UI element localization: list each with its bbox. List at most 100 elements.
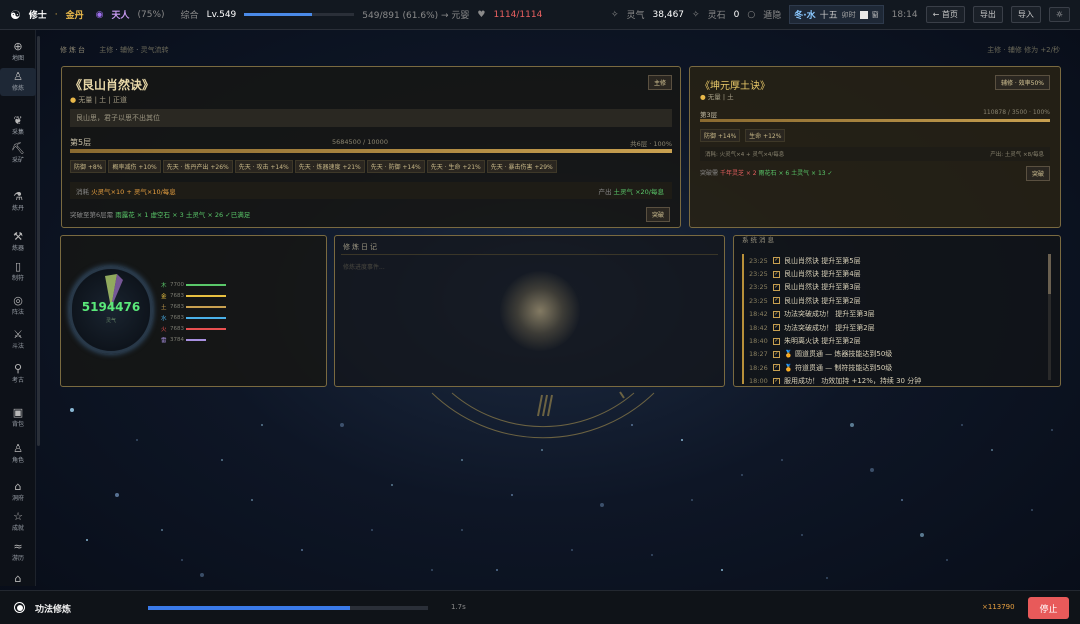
qi-element-value: 7683 xyxy=(170,314,184,321)
sidebar-item-alchemy[interactable]: ⚗ 炼丹 xyxy=(0,188,36,216)
day: 十五 xyxy=(819,11,838,21)
check-icon: ✓ xyxy=(773,337,780,345)
breakthrough-button[interactable]: 突破 xyxy=(645,207,670,222)
sidebar-item-label: 洞府 xyxy=(11,495,24,502)
star xyxy=(511,494,513,496)
sidebar-item-forge[interactable]: ⚒ 炼器 xyxy=(0,228,36,256)
log-text: 朱明离火诀 提升至第2层 xyxy=(784,337,861,346)
effect-tag: 先天 · 攻击 +14% xyxy=(234,160,293,173)
star xyxy=(221,459,223,461)
total-layers: 共6层 · 100% xyxy=(630,140,672,148)
gather-icon: ❦ xyxy=(13,114,23,127)
consume-row: 消耗 火灵气×10 + 灵气×10/每息 产出 土灵气 ×20/每息 xyxy=(70,182,672,199)
sidebar-item-cultivate[interactable]: ♙ 修炼 xyxy=(0,68,36,96)
sidebar-item-journey[interactable]: ≈ 游历 xyxy=(0,538,36,566)
log-text: 艮山肖然诀 提升至第4层 xyxy=(784,270,861,279)
log-row: 23:25 ✓ 艮山肖然诀 提升至第5层 xyxy=(742,254,1047,268)
arena-icon: ⚔ xyxy=(13,328,23,341)
aux-tag: 土 xyxy=(727,93,734,101)
output-label: 产出 xyxy=(598,188,612,196)
export-button[interactable]: 导出 xyxy=(972,6,1003,23)
qi-element-bar xyxy=(186,283,226,286)
time: 18:14 xyxy=(891,9,918,20)
window-checkbox[interactable] xyxy=(859,10,868,19)
star xyxy=(850,423,854,427)
aux-break-status: ✓ xyxy=(827,170,833,177)
log-row: 18:42 ✓ 功法突破成功！ 提升至第2层 xyxy=(742,320,1047,335)
log-title: 系统消息 xyxy=(742,236,776,244)
qi-element-value: 7683 xyxy=(170,292,184,299)
log-row: 23:25 ✓ 艮山肖然诀 提升至第4层 xyxy=(742,267,1047,281)
log-panel: 系统消息 23:25 ✓ 艮山肖然诀 提升至第5层 23:25 ✓ 艮山肖然诀 提升至第4… xyxy=(733,235,1061,387)
sidebar-item-cave[interactable]: ⌂ 洞府 xyxy=(0,478,36,506)
qi-element-bar xyxy=(186,305,226,308)
log-scrollbar[interactable] xyxy=(1048,254,1051,380)
effect-tag: 先天 · 炼丹产出 +26% xyxy=(162,160,233,173)
star xyxy=(461,529,463,531)
heart-icon: ♥ xyxy=(477,9,486,20)
sidebar-item-mine[interactable]: ⛏ 采矿 xyxy=(0,140,36,168)
effect-tag: 防御 +8% xyxy=(70,160,107,173)
qi-element-value: 7683 xyxy=(170,325,184,332)
star xyxy=(870,468,874,472)
season-box: 冬·水 十五 卯时 窗 xyxy=(789,5,884,24)
sidebar-item-talisman[interactable]: ▯ 制符 xyxy=(0,258,36,286)
sidebar-item-label: 背包 xyxy=(11,421,24,428)
home-button[interactable]: ← 首页 xyxy=(925,6,965,23)
activity-speed: 1.7s xyxy=(451,603,466,611)
rank-pct: (75%) xyxy=(137,9,165,20)
log-text: 艮山肖然诀 提升至第5层 xyxy=(784,256,861,265)
tab-main[interactable]: 主修 xyxy=(99,46,113,54)
aux-consume-row: 消耗: 火灵气×4 + 灵气×4/每息 产出: 土灵气 ×8/每息 xyxy=(700,147,1050,161)
record-icon xyxy=(14,602,25,613)
method-quote: 艮山思，君子以思不出其位 xyxy=(70,109,672,127)
qi-element-bar xyxy=(186,327,226,330)
break-item: 雨露花 × 1 xyxy=(115,211,149,219)
qi-ring-tick xyxy=(619,391,625,399)
sidebar-scrollbar[interactable] xyxy=(37,36,40,446)
sidebar-item-arena[interactable]: ⚔ 斗法 xyxy=(0,326,36,354)
page-header: 修炼台 主修 · 辅修 · 灵气流转 主修 · 辅修 修为 +2/秒 xyxy=(60,46,1060,54)
effect-tag: 先天 · 防御 +14% xyxy=(366,160,425,173)
aux-break-label: 突破需 xyxy=(700,170,719,177)
check-icon: ✓ xyxy=(773,377,780,384)
sidebar-item-map[interactable]: ⊕ 地图 xyxy=(0,38,36,66)
aux-badge: 辅修 · 效率50% xyxy=(994,75,1050,90)
talisman-icon: ▯ xyxy=(14,260,22,273)
sidebar-item-explore[interactable]: ⚲ 考古 xyxy=(0,360,36,388)
log-row: 23:25 ✓ 艮山肖然诀 提升至第2层 xyxy=(742,294,1047,308)
exp-text: 549/891 (61.6%) → 元婴 xyxy=(362,11,470,21)
aux-breakthrough-button[interactable]: 突破 xyxy=(1025,166,1050,181)
sidebar-item-gather[interactable]: ❦ 采集 xyxy=(0,112,36,140)
gear-icon[interactable]: ☼ xyxy=(1048,7,1070,22)
tab-flow[interactable]: 灵气流转 xyxy=(141,46,169,54)
sidebar-item-character[interactable]: ♙ 角色 xyxy=(0,440,36,468)
qi-element-row: 木 7700 xyxy=(161,279,226,290)
tab-aux[interactable]: 辅修 xyxy=(120,46,134,54)
stop-button[interactable]: 停止 xyxy=(1028,597,1069,619)
import-button[interactable]: 导入 xyxy=(1010,6,1041,23)
log-time: 23:25 xyxy=(749,296,768,305)
qi-element-label: 木 xyxy=(161,282,167,289)
check-icon: ✓ xyxy=(773,297,780,305)
star xyxy=(991,449,993,451)
sidebar-item-bag[interactable]: ▣ 背包 xyxy=(0,404,36,432)
qi-ring-tick xyxy=(547,394,553,417)
star xyxy=(301,549,303,551)
season: 冬·水 xyxy=(794,11,816,21)
mine-icon: ⛏ xyxy=(11,142,25,155)
break-status: ✓已满足 xyxy=(225,211,251,219)
star xyxy=(741,474,743,476)
log-text: 功法突破成功！ 提升至第2层 xyxy=(784,323,875,332)
main-badge: 主修 xyxy=(647,75,672,90)
travel-label: 遁隐 xyxy=(763,11,782,21)
effect-tag: 先天 · 暴击伤害 +29% xyxy=(486,160,557,173)
check-icon: ✓ xyxy=(773,270,780,278)
sidebar-item-achievement[interactable]: ☆ 成就 xyxy=(0,508,36,536)
star xyxy=(541,449,543,451)
star xyxy=(691,499,693,501)
sidebar-item-formation[interactable]: ◎ 阵法 xyxy=(0,292,36,320)
yin-yang-icon: ☯ xyxy=(10,7,21,22)
log-row: 18:27 ✓ 🏅 圆道贯通 — 炼器技能达到50级 xyxy=(742,347,1047,362)
qi-total-label: 灵气 xyxy=(105,318,116,324)
